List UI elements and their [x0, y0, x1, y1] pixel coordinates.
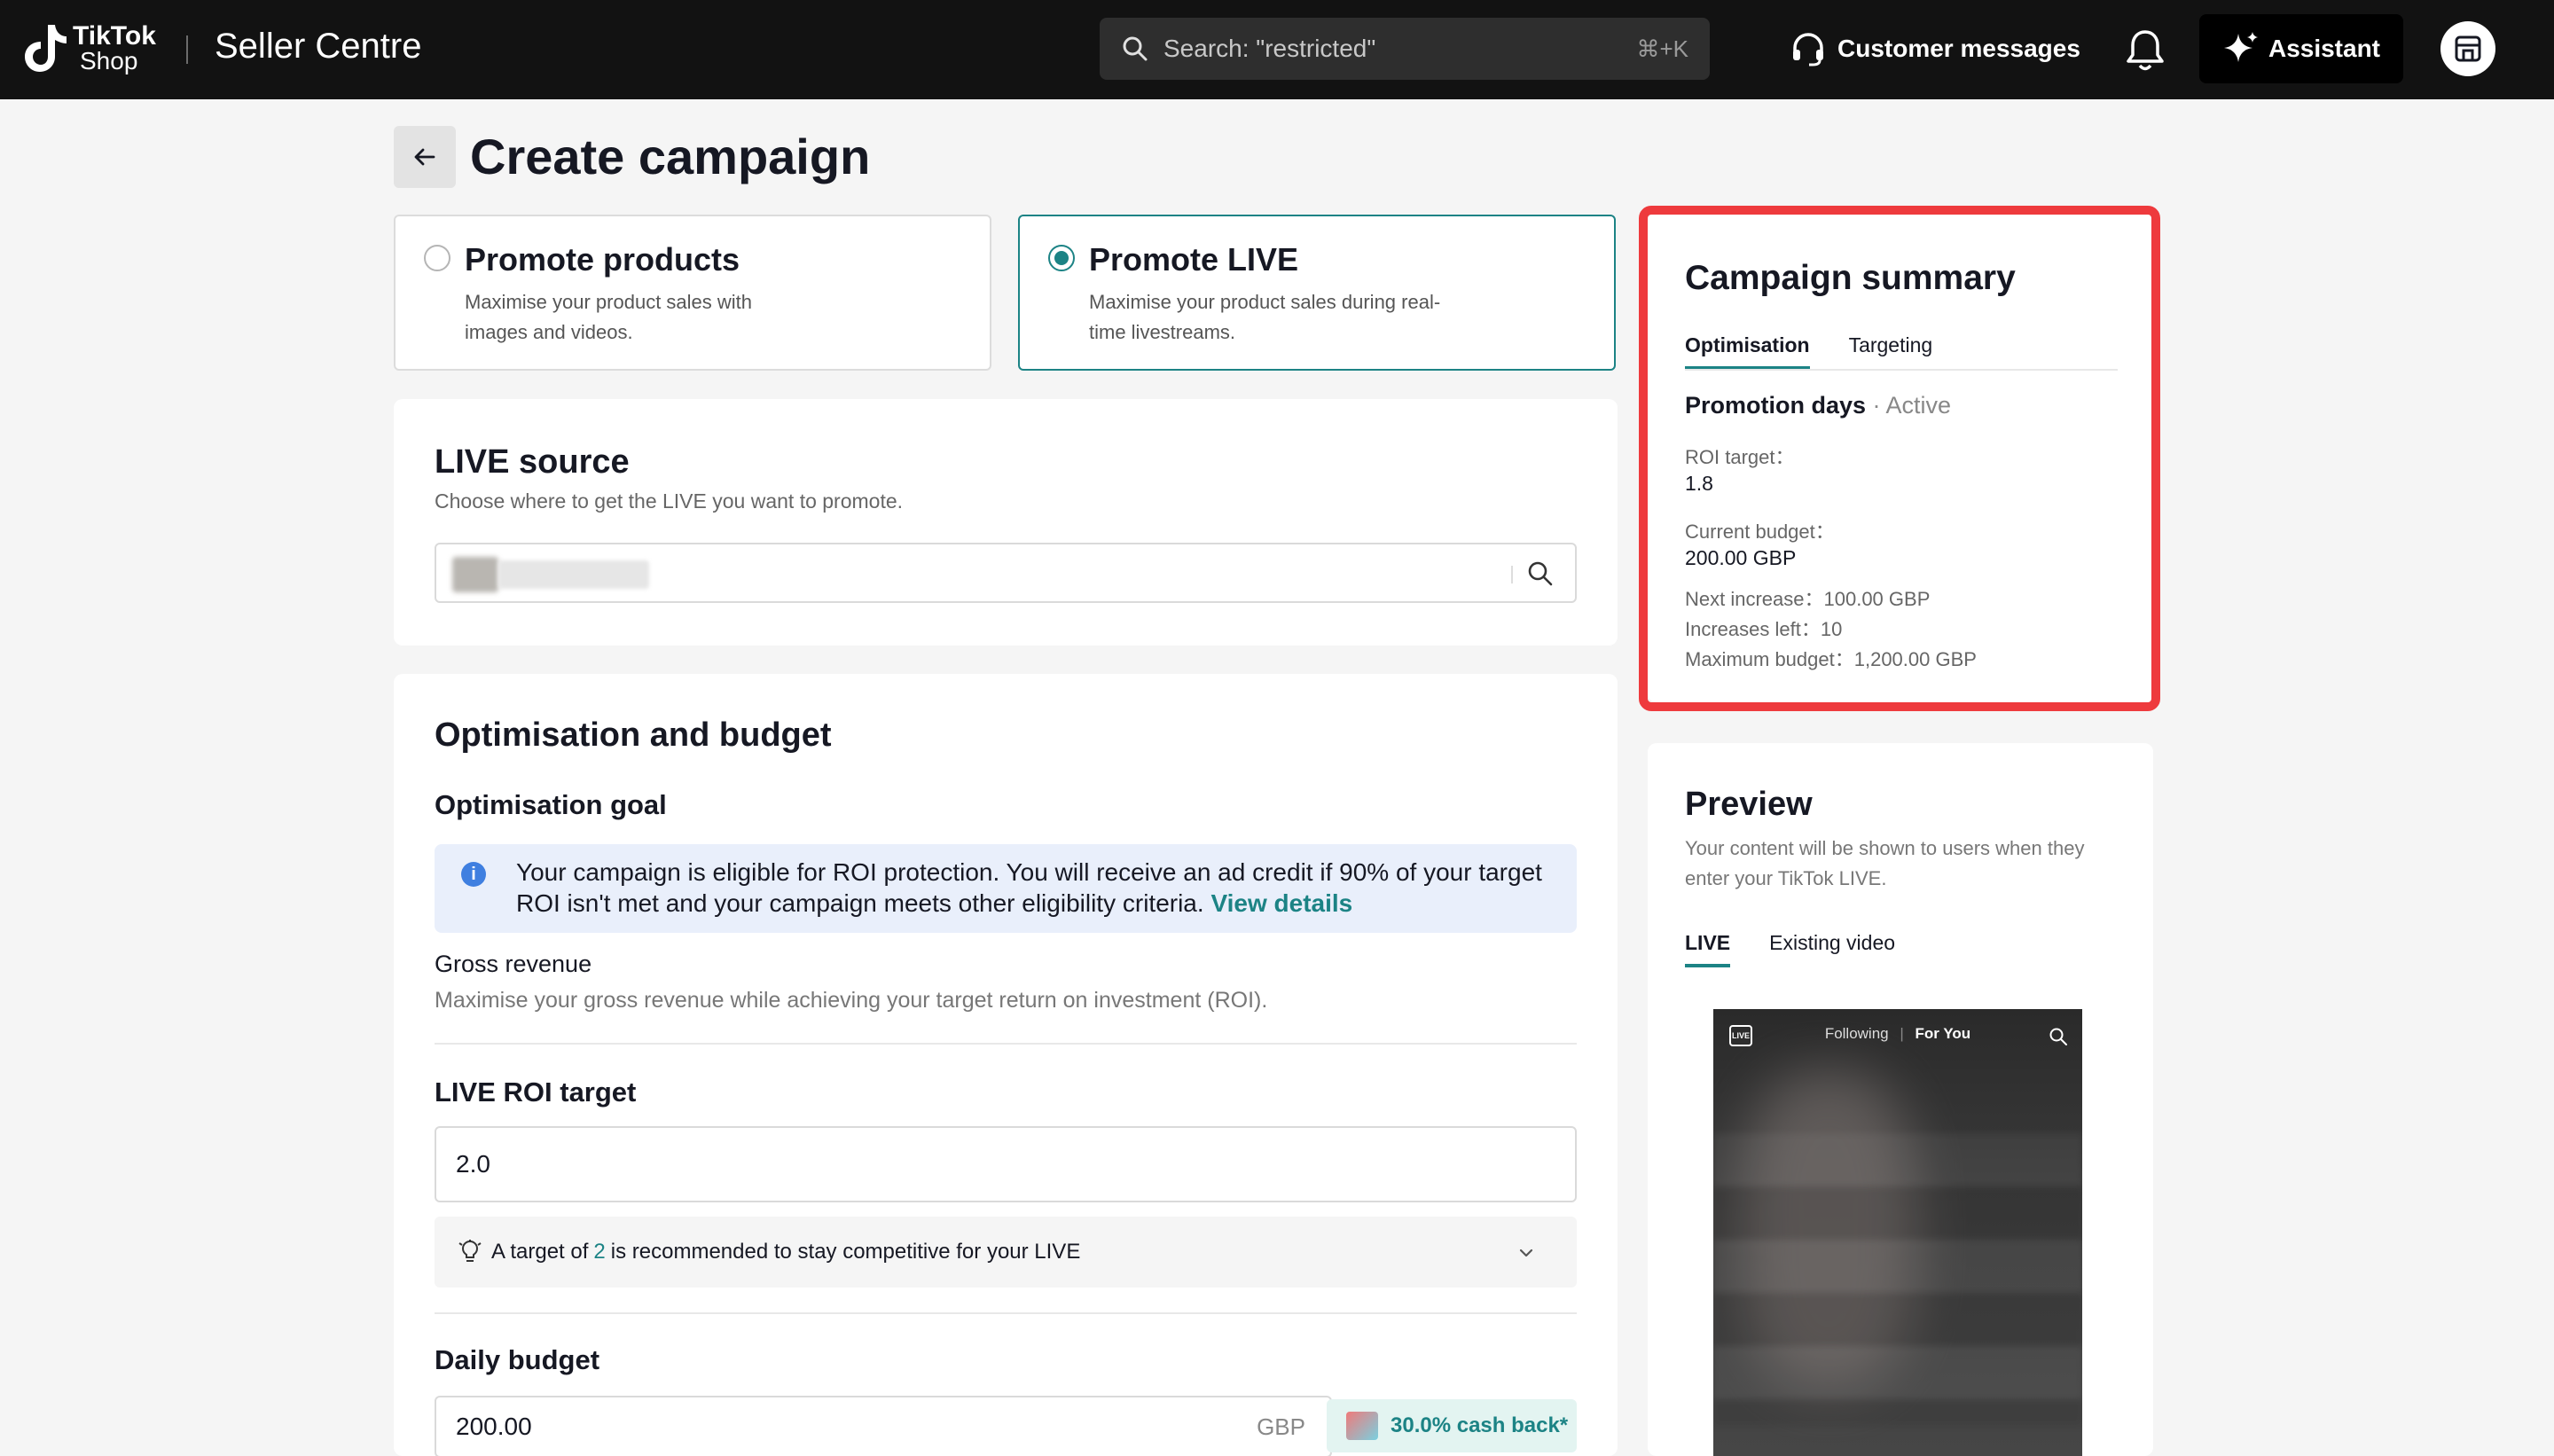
search-icon	[1123, 36, 1148, 61]
tiktok-logo-icon	[25, 25, 67, 72]
cashback-badge[interactable]: 30.0% cash back*	[1327, 1399, 1577, 1452]
arrow-left-icon	[414, 148, 435, 166]
daily-budget-value: 200.00	[456, 1413, 532, 1440]
logo-divider	[186, 35, 188, 64]
cashback-text: 30.0% cash back*	[1391, 1413, 1569, 1437]
tab-existing-video[interactable]: Existing video	[1769, 931, 1895, 967]
recommendation-suffix: is recommended to stay competitive for y…	[610, 1240, 1081, 1264]
phone-search-icon	[2049, 1028, 2067, 1045]
daily-budget-label: Daily budget	[435, 1344, 600, 1375]
recommended-roi-value: 2	[593, 1240, 606, 1264]
optimisation-budget-panel: Optimisation and budget Optimisation goa…	[394, 674, 1618, 1456]
customer-messages-label: Customer messages	[1837, 35, 2080, 62]
tiktok-shop-logo[interactable]: TikTok Shop	[21, 20, 156, 78]
live-source-panel: LIVE source Choose where to get the LIVE…	[394, 399, 1618, 646]
promote-live-radio[interactable]	[1048, 245, 1075, 271]
daily-budget-input[interactable]: 200.00 GBP	[435, 1396, 1332, 1456]
brand-line-2: Shop	[80, 47, 138, 74]
promote-products-title: Promote products	[465, 241, 740, 278]
store-avatar[interactable]	[2440, 21, 2495, 76]
store-icon	[2455, 35, 2481, 62]
bell-icon[interactable]	[2125, 27, 2166, 73]
live-account-name	[498, 560, 649, 589]
cashback-icon	[1346, 1412, 1378, 1440]
search-shortcut: ⌘+K	[1636, 35, 1688, 62]
promote-products-radio[interactable]	[424, 245, 450, 271]
roi-target-input[interactable]: 2.0	[435, 1126, 1577, 1202]
live-source-select[interactable]	[435, 543, 1577, 603]
roi-protection-text: Your campaign is eligible for ROI protec…	[516, 857, 1563, 919]
currency-suffix: GBP	[1257, 1413, 1305, 1440]
roi-target-label: LIVE ROI target	[435, 1076, 637, 1108]
live-source-subtitle: Choose where to get the LIVE you want to…	[435, 489, 904, 513]
phone-feed-tabs: Following | For You	[1824, 1025, 1971, 1042]
back-button[interactable]	[394, 126, 456, 188]
promote-products-desc: Maximise your product sales with images …	[465, 291, 753, 343]
goal-name: Gross revenue	[435, 951, 592, 977]
chevron-down-icon[interactable]	[1516, 1243, 1536, 1263]
promote-products-option[interactable]: Promote products Maximise your product s…	[394, 215, 991, 371]
preview-blurred-content	[1713, 1133, 2082, 1426]
optimisation-goal-label: Optimisation goal	[435, 789, 667, 820]
live-account-avatar	[452, 557, 498, 592]
global-search-input[interactable]: Search: "restricted" ⌘+K	[1100, 18, 1710, 80]
goal-description: Maximise your gross revenue while achiev…	[435, 988, 1268, 1013]
promote-live-title: Promote LIVE	[1089, 241, 1299, 278]
optimisation-title: Optimisation and budget	[435, 716, 832, 754]
section-divider	[435, 1043, 1577, 1045]
roi-protection-info: i Your campaign is eligible for ROI prot…	[435, 844, 1577, 933]
preview-tabs: LIVE Existing video	[1685, 931, 1934, 967]
view-details-link[interactable]: View details	[1210, 889, 1352, 917]
phone-foryou-tab: For You	[1915, 1025, 1971, 1042]
preview-title: Preview	[1685, 786, 1813, 823]
logo-wordmark: TikTok Shop	[73, 23, 156, 74]
promote-live-option[interactable]: Promote LIVE Maximise your product sales…	[1018, 215, 1616, 371]
section-divider	[435, 1312, 1577, 1314]
tab-live[interactable]: LIVE	[1685, 931, 1731, 967]
live-source-title: LIVE source	[435, 443, 630, 481]
customer-messages-button[interactable]: Customer messages	[1790, 30, 2080, 67]
roi-recommendation-bar[interactable]: A target of 2 is recommended to stay com…	[435, 1217, 1577, 1288]
recommendation-prefix: A target of	[491, 1240, 589, 1264]
promote-live-desc: Maximise your product sales during real-…	[1089, 291, 1441, 343]
preview-description: Your content will be shown to users when…	[1685, 837, 2085, 889]
sparkle-icon	[2223, 32, 2258, 62]
roi-protection-message: Your campaign is eligible for ROI protec…	[516, 858, 1542, 917]
top-navigation-bar: TikTok Shop Seller Centre Search: "restr…	[0, 0, 2554, 99]
app-title: Seller Centre	[215, 27, 422, 66]
preview-panel: Preview Your content will be shown to us…	[1648, 743, 2153, 1456]
assistant-button[interactable]: Assistant	[2199, 14, 2403, 83]
highlight-frame	[1639, 206, 2160, 711]
input-separator	[1511, 566, 1513, 583]
info-icon: i	[461, 862, 486, 887]
search-icon[interactable]	[1527, 560, 1554, 587]
search-placeholder: Search: "restricted"	[1163, 35, 1376, 62]
page-title: Create campaign	[470, 129, 871, 184]
assistant-label: Assistant	[2268, 35, 2381, 62]
headset-icon	[1793, 33, 1823, 67]
lightbulb-icon	[458, 1240, 482, 1262]
phone-preview: LIVE Following | For You	[1713, 1009, 2082, 1456]
phone-following-tab: Following	[1824, 1025, 1889, 1042]
